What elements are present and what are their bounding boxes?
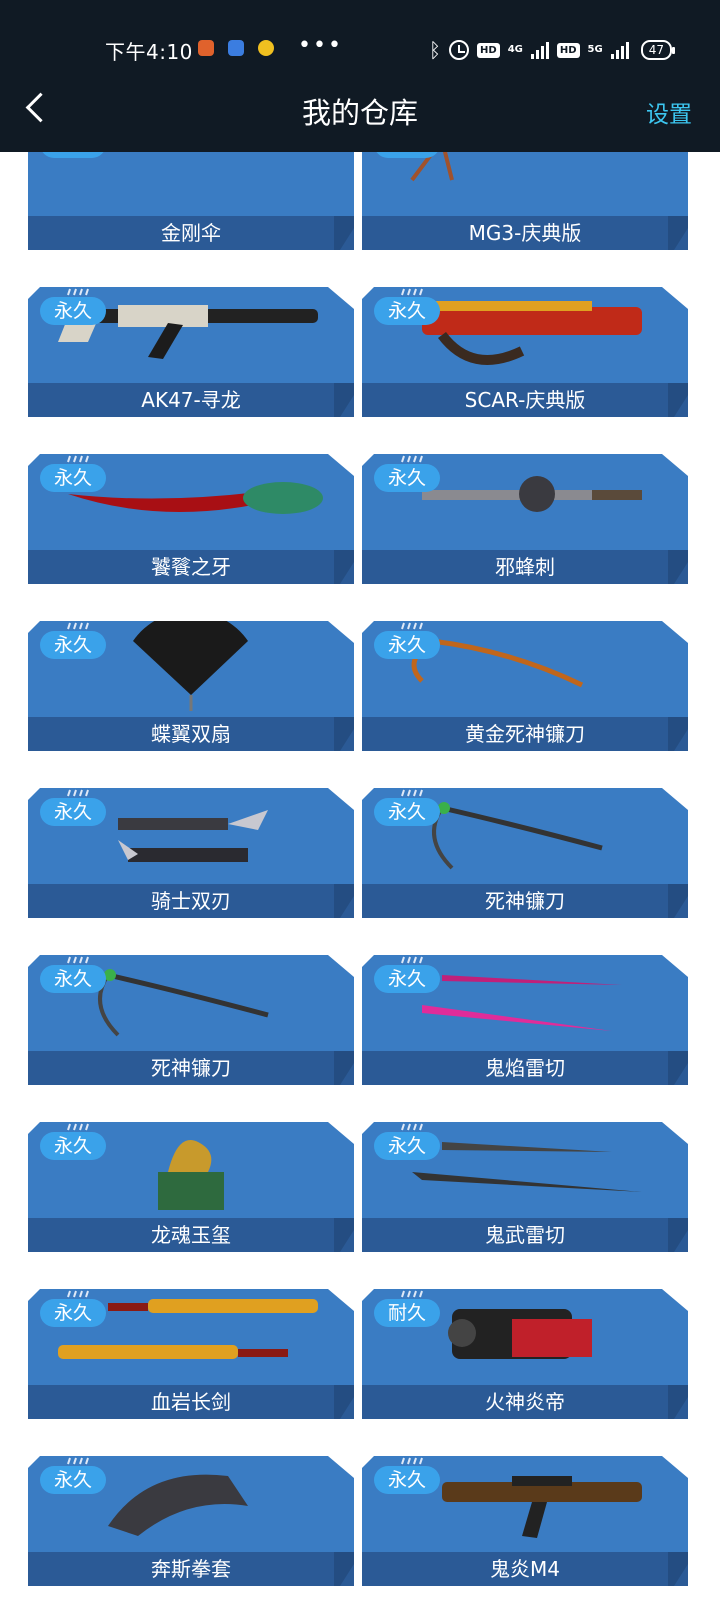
alarm-icon: [449, 40, 470, 60]
inventory-card[interactable]: 永久死神镰刀: [362, 788, 688, 918]
notification-icons: [198, 40, 274, 56]
duration-badge: 永久: [374, 798, 440, 826]
inventory-card[interactable]: 永久 SCAR-庆典版: [362, 287, 688, 417]
status-time: 下午4:10: [105, 40, 193, 64]
duration-badge: 永久: [374, 1132, 440, 1160]
inventory-card[interactable]: 永久骑士双刃: [28, 788, 354, 918]
item-name: 金刚伞: [161, 221, 221, 245]
item-name: 鬼炎M4: [490, 1557, 560, 1581]
duration-badge: 永久: [40, 1132, 106, 1160]
inventory-card[interactable]: 永久邪蜂刺: [362, 454, 688, 584]
item-name: 饕餮之牙: [151, 555, 231, 579]
settings-button[interactable]: 设置: [646, 95, 692, 129]
duration-badge: 永久: [374, 1466, 440, 1494]
duration-badge: 永久: [40, 631, 106, 659]
system-icons: ᛒ HD 4G HD 5G 47: [429, 38, 676, 62]
page-title: 我的仓库: [301, 96, 418, 130]
inventory-card[interactable]: 永久饕餮之牙: [28, 454, 354, 584]
app-notification-icon: [198, 40, 214, 56]
duration-badge: 永久: [40, 798, 106, 826]
item-name: SCAR-庆典版: [464, 388, 586, 412]
item-name: 鬼武雷切: [485, 1223, 565, 1247]
duration-badge: 永久: [40, 1299, 106, 1327]
signal-icon: [530, 41, 549, 59]
inventory-card[interactable]: 耐久火神炎帝: [362, 1289, 688, 1419]
battery-icon: 47: [640, 40, 676, 60]
inventory-card[interactable]: 永久血岩长剑: [28, 1289, 354, 1419]
inventory-card[interactable]: 永久鬼武雷切: [362, 1122, 688, 1252]
inventory-card[interactable]: 永久龙魂玉玺: [28, 1122, 354, 1252]
bluetooth-icon: ᛒ: [429, 38, 442, 62]
item-name: 血岩长剑: [151, 1390, 231, 1414]
status-bar: 下午4:10 ••• ᛒ HD 4G HD 5G 47: [0, 28, 720, 68]
inventory-card[interactable]: 永久死神镰刀: [28, 955, 354, 1085]
duration-badge: 永久: [374, 631, 440, 659]
item-name: 死神镰刀: [485, 889, 565, 913]
top-bar: 下午4:10 ••• ᛒ HD 4G HD 5G 47 我的仓库 设置: [0, 0, 720, 152]
hd-badge-2: HD: [556, 42, 580, 58]
duration-badge: 永久: [40, 464, 106, 492]
item-name: AK47-寻龙: [141, 388, 241, 412]
network-label-2: 5G: [587, 44, 603, 55]
item-name: 奔斯拳套: [151, 1557, 231, 1581]
inventory-card[interactable]: 永久蝶翼双扇: [28, 621, 354, 751]
signal-icon-2: [610, 41, 629, 59]
duration-badge: 永久: [374, 464, 440, 492]
inventory-card[interactable]: 永久黄金死神镰刀: [362, 621, 688, 751]
item-name: 龙魂玉玺: [151, 1223, 231, 1247]
network-type-2: 5G: [588, 45, 603, 55]
app-header: 我的仓库 设置: [0, 78, 720, 144]
inventory-card[interactable]: 永久 AK47-寻龙: [28, 287, 354, 417]
item-name: 黄金死神镰刀: [465, 722, 585, 746]
item-name: 邪蜂刺: [495, 555, 555, 579]
item-name: 鬼焰雷切: [485, 1056, 565, 1080]
network-label: 4G: [507, 44, 523, 55]
duration-badge: 永久: [40, 297, 106, 325]
hd-badge: HD: [477, 42, 500, 58]
app-notification-icon: [228, 40, 244, 56]
app-notification-icon: [258, 40, 274, 56]
duration-badge: 耐久: [374, 1299, 440, 1327]
duration-badge: 永久: [374, 965, 440, 993]
duration-badge: 永久: [40, 1466, 106, 1494]
item-name: MG3-庆典版: [468, 221, 582, 245]
more-notifications-icon: •••: [298, 33, 343, 58]
duration-badge: 永久: [374, 297, 440, 325]
item-name: 火神炎帝: [485, 1390, 565, 1414]
duration-badge: 永久: [40, 965, 106, 993]
inventory-card[interactable]: 永久鬼炎M4: [362, 1456, 688, 1586]
inventory-card[interactable]: 永久奔斯拳套: [28, 1456, 354, 1586]
item-name: 骑士双刃: [151, 889, 231, 913]
item-name: 死神镰刀: [151, 1056, 231, 1080]
item-name: 蝶翼双扇: [151, 722, 231, 746]
network-type: 4G: [508, 45, 523, 55]
inventory-card[interactable]: 永久鬼焰雷切: [362, 955, 688, 1085]
